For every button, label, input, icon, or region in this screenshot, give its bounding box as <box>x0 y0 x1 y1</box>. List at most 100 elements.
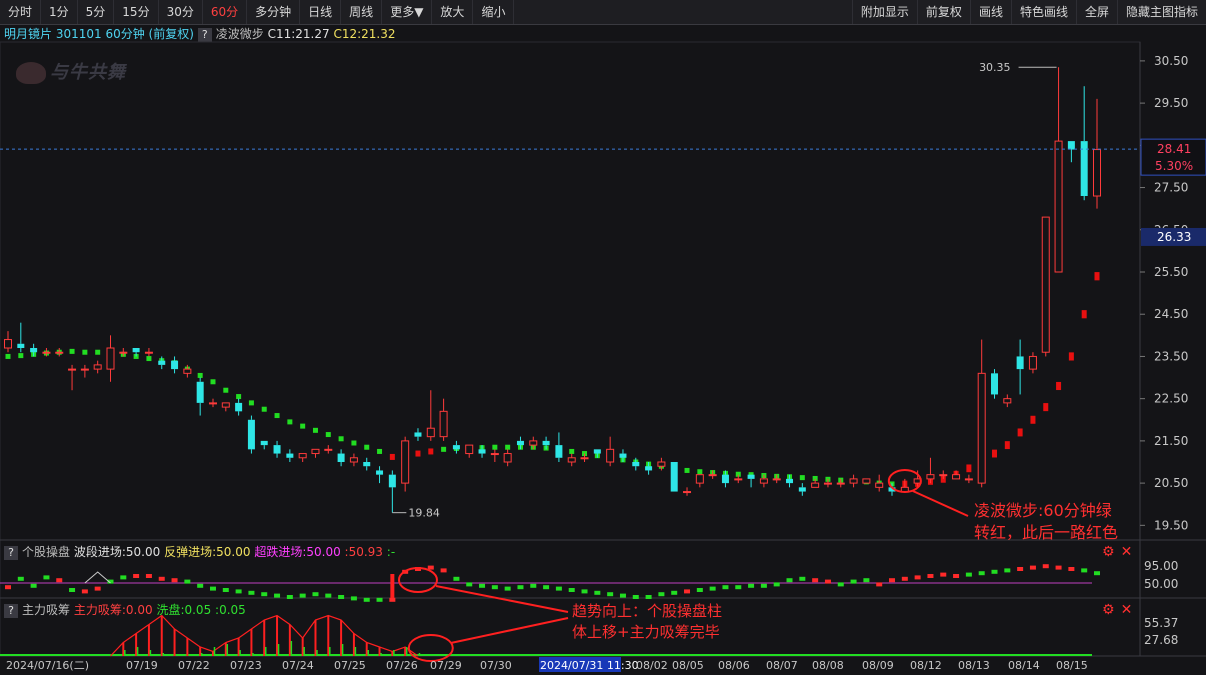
fullscreen-button[interactable]: 全屏 <box>1075 0 1117 24</box>
lingbo-mark <box>633 459 639 465</box>
lingbo-mark <box>389 453 395 460</box>
panel2-close-icon[interactable]: ✕ <box>1121 602 1133 618</box>
tab-fenshi[interactable]: 分时 <box>0 0 42 24</box>
price-tick-label: 20.50 <box>1154 476 1188 490</box>
panel1-bar <box>1029 565 1036 570</box>
lingbo-mark <box>543 445 549 451</box>
x-axis-label: 08/07 <box>766 659 798 672</box>
panel1-bar <box>850 579 857 584</box>
panel2-arrow <box>450 617 569 644</box>
lingbo-mark <box>261 406 267 412</box>
candle-body <box>363 462 371 467</box>
lingbo-mark <box>428 448 434 455</box>
panel2-l3: :0.05 <box>215 603 246 617</box>
tab-15min[interactable]: 15分 <box>114 0 159 24</box>
panel1-bar <box>56 578 63 583</box>
panel1-bar <box>440 568 447 573</box>
panel1-bar <box>69 588 76 592</box>
panel1-bar <box>671 590 678 595</box>
candle-body <box>452 445 460 450</box>
panel1-l3: 超跌进场:50.00 <box>254 545 341 559</box>
cursor-price-box <box>1141 227 1206 246</box>
candle-body <box>439 410 448 438</box>
draw-line-button[interactable]: 画线 <box>969 0 1011 24</box>
hide-indicator-button[interactable]: 隐藏主图指标 <box>1116 0 1206 24</box>
tab-5min[interactable]: 5分 <box>78 0 115 24</box>
tab-30min[interactable]: 30分 <box>159 0 203 24</box>
candle-body <box>952 474 961 480</box>
lingbo-mark <box>184 366 190 372</box>
lingbo-mark <box>159 358 165 364</box>
candle-body <box>786 478 794 484</box>
panel1-help-icon[interactable]: ? <box>4 546 18 560</box>
panel1-bar <box>402 569 409 574</box>
lingbo-mark <box>594 453 600 459</box>
panel1-bar <box>1068 567 1075 571</box>
high-label: 30.35 <box>979 61 1011 74</box>
lingbo-mark <box>287 419 293 425</box>
lingbo-mark <box>1056 381 1062 391</box>
panel2-gear-icon[interactable]: ⚙ <box>1102 602 1115 618</box>
panel1-close-icon[interactable]: ✕ <box>1121 544 1133 560</box>
candle-body <box>414 432 422 437</box>
candle-body <box>1028 355 1037 370</box>
panel1-bar <box>696 588 703 592</box>
price-tick-label: 27.50 <box>1154 181 1188 195</box>
lingbo-mark <box>236 394 242 400</box>
lingbo-mark <box>582 451 588 457</box>
extra-display-button[interactable]: 附加显示 <box>851 0 917 24</box>
lingbo-mark <box>146 356 152 362</box>
panel1-bar <box>479 583 486 588</box>
annotation-text-2: 转红，此后一路红色 <box>974 523 1118 542</box>
lingbo-mark <box>838 477 844 483</box>
more-dropdown[interactable]: 更多▼ <box>382 0 433 24</box>
tab-weekly[interactable]: 周线 <box>341 0 383 24</box>
lingbo-mark <box>43 350 49 356</box>
panel1-gear-icon[interactable]: ⚙ <box>1102 544 1115 560</box>
panel1-bar <box>184 579 191 584</box>
lingbo-mark <box>517 444 523 450</box>
lingbo-mark <box>735 471 741 477</box>
price-tick-label: 29.50 <box>1154 96 1188 110</box>
candle-body <box>260 440 268 446</box>
tab-daily[interactable]: 日线 <box>300 0 342 24</box>
candle-body <box>1067 141 1075 150</box>
kline-chart[interactable]: 95.00 50.00 55.37 27.68 趋势向上：个股操盘柱体上移+主力吸筹完… <box>0 0 1206 675</box>
lingbo-mark <box>377 448 383 454</box>
panel1-bar <box>555 586 562 591</box>
panel1-bar <box>619 593 626 598</box>
panel1-bar <box>837 582 844 587</box>
tab-1min[interactable]: 1分 <box>41 0 78 24</box>
lingbo-mark <box>1043 403 1049 412</box>
lingbo-mark <box>402 452 408 459</box>
lingbo-mark <box>812 475 818 481</box>
lingbo-mark <box>466 445 472 451</box>
candle-body <box>196 381 204 403</box>
panel2-controls: ⚙ ✕ <box>1102 602 1142 618</box>
lingbo-mark <box>530 444 536 450</box>
zoom-in-button[interactable]: 放大 <box>432 0 474 24</box>
price-tick-label: 23.50 <box>1154 349 1188 363</box>
lingbo-mark <box>18 353 24 359</box>
zoom-out-button[interactable]: 缩小 <box>473 0 515 24</box>
lingbo-mark <box>274 413 280 419</box>
lingbo-mark <box>107 350 113 356</box>
lingbo-mark <box>248 400 254 406</box>
candle-body <box>529 440 538 446</box>
lingbo-mark <box>133 353 139 359</box>
panel1-controls: ⚙ ✕ <box>1102 544 1142 560</box>
candle-body <box>645 466 653 471</box>
tab-60min[interactable]: 60分 <box>203 0 248 24</box>
special-draw-button[interactable]: 特色画线 <box>1010 0 1076 24</box>
candle-body <box>221 402 230 408</box>
panel1-bar <box>645 595 652 599</box>
tab-multi-min[interactable]: 多分钟 <box>247 0 301 24</box>
chart-info-line: 明月镜片 301101 60分钟 (前复权) ? 凌波微步 C11:21.27 C… <box>4 26 396 42</box>
sub-annotation-2: 体上移+主力吸筹完毕 <box>572 623 720 641</box>
candle-body <box>247 419 255 450</box>
help-icon[interactable]: ? <box>197 28 212 42</box>
panel2-help-icon[interactable]: ? <box>4 604 18 618</box>
panel1-bar <box>299 593 306 598</box>
panel1-bar <box>722 585 729 590</box>
adjust-button[interactable]: 前复权 <box>916 0 970 24</box>
